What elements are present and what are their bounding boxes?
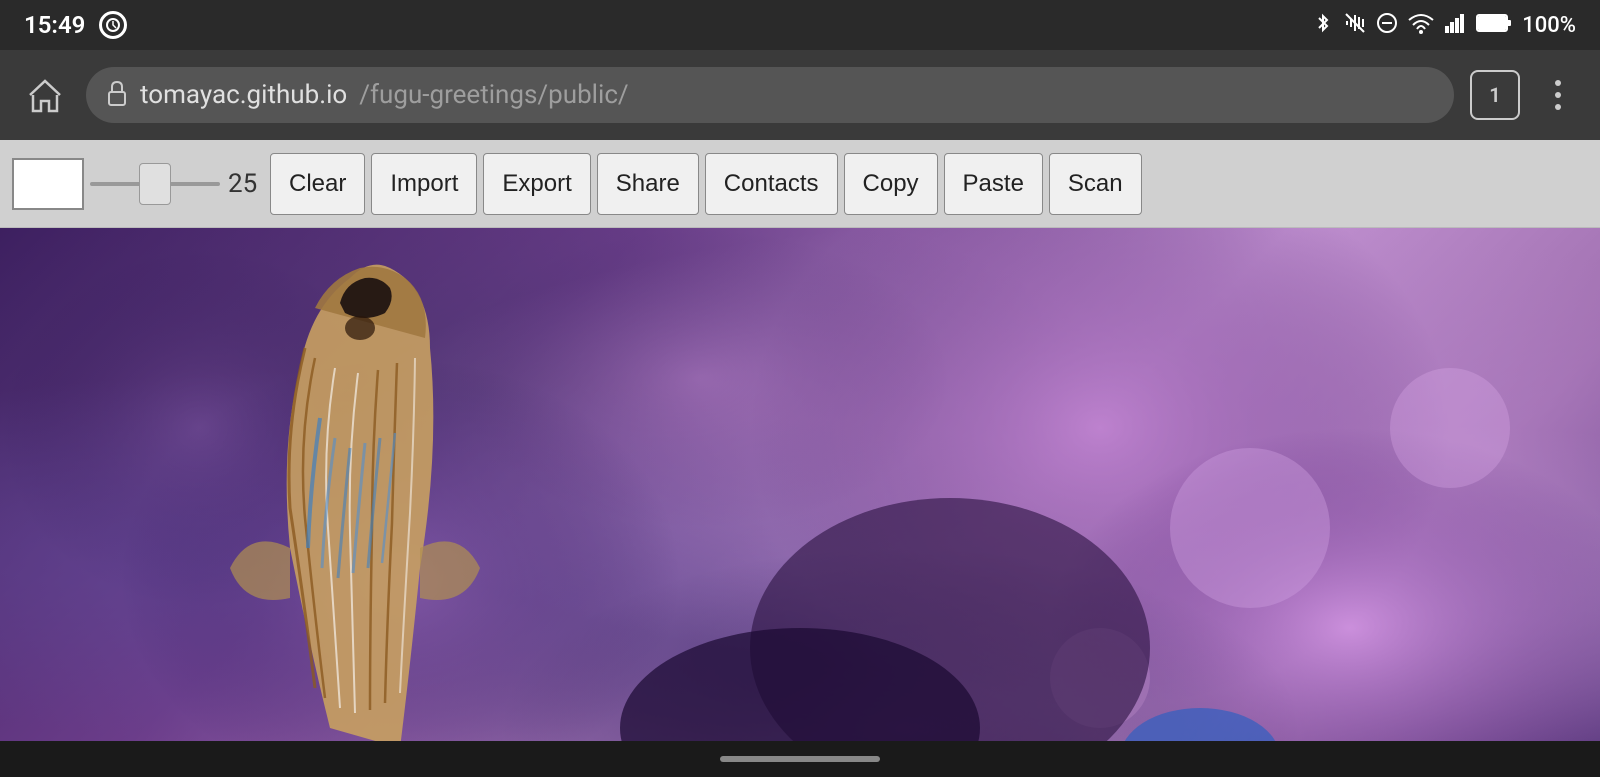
mute-icon (1344, 12, 1366, 39)
clear-button[interactable]: Clear (270, 153, 365, 215)
url-domain: tomayac.github.io (140, 80, 347, 110)
battery-text: 100% (1522, 13, 1576, 38)
color-swatch[interactable] (12, 158, 84, 210)
toolbar: 25 Clear Import Export Share Contacts Co… (0, 140, 1600, 228)
contacts-button[interactable]: Contacts (705, 153, 838, 215)
browser-bar: tomayac.github.io/fugu-greetings/public/… (0, 50, 1600, 140)
status-left: 15:49 (24, 11, 127, 39)
menu-dot (1555, 104, 1561, 110)
status-right: 100% (1312, 12, 1576, 39)
fish-image (0, 228, 1600, 777)
share-button[interactable]: Share (597, 153, 699, 215)
slider-thumb[interactable] (139, 163, 171, 205)
status-time: 15:49 (24, 11, 85, 39)
signal-icon (1444, 12, 1466, 39)
slider-value: 25 (228, 169, 264, 199)
export-button[interactable]: Export (483, 153, 590, 215)
menu-dot (1555, 92, 1561, 98)
dnd-icon (1376, 12, 1398, 39)
nav-bar (0, 741, 1600, 777)
slider-track[interactable] (90, 182, 220, 186)
tab-button[interactable]: 1 (1470, 70, 1520, 120)
nav-indicator (720, 756, 880, 762)
import-button[interactable]: Import (371, 153, 477, 215)
bluetooth-icon (1312, 12, 1334, 39)
paste-button[interactable]: Paste (944, 153, 1043, 215)
status-bar: 15:49 (0, 0, 1600, 50)
battery-icon (1476, 12, 1512, 39)
url-path: /fugu-greetings/public/ (359, 80, 628, 110)
address-bar[interactable]: tomayac.github.io/fugu-greetings/public/ (86, 67, 1454, 123)
lock-icon (106, 80, 128, 111)
slider-container: 25 (90, 169, 264, 199)
main-content[interactable] (0, 228, 1600, 777)
home-button[interactable] (20, 70, 70, 120)
status-icon (99, 11, 127, 39)
scan-button[interactable]: Scan (1049, 153, 1142, 215)
copy-button[interactable]: Copy (844, 153, 938, 215)
menu-button[interactable] (1536, 73, 1580, 117)
wifi-icon (1408, 12, 1434, 39)
menu-dot (1555, 80, 1561, 86)
